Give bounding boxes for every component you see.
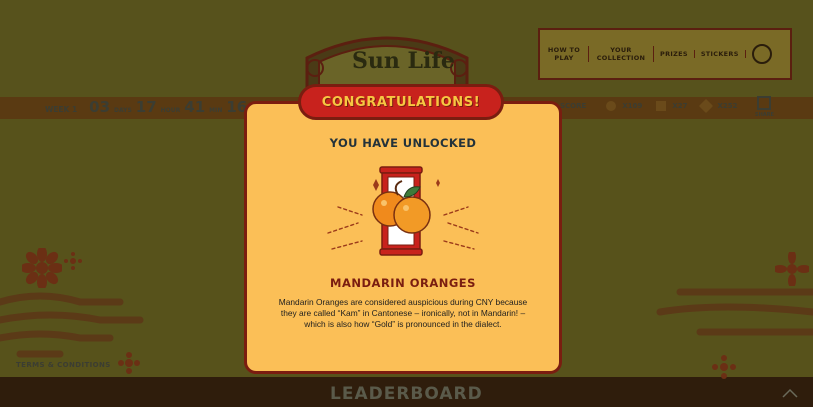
profile-icon[interactable]	[751, 44, 772, 64]
week-label: WEEK 1	[45, 105, 78, 114]
score-count-oranges: X109	[622, 102, 643, 110]
sparkle-icon	[373, 179, 379, 191]
nav-how-to-play[interactable]: HOW TO PLAY	[540, 46, 589, 62]
score-count-grid: X27	[672, 102, 688, 110]
score-summary: SCORE X109 X27 X252	[560, 98, 738, 114]
orange-icon	[606, 101, 617, 111]
main-nav: HOW TO PLAY YOUR COLLECTION PRIZES STICK…	[538, 28, 792, 80]
unlocked-item-description: Mandarin Oranges are considered auspicio…	[278, 297, 528, 329]
score-label: SCORE	[560, 102, 587, 110]
mins-label: MIN	[209, 107, 223, 114]
unlocked-item-name: MANDARIN ORANGES	[330, 276, 476, 290]
hours-value: 17	[135, 98, 157, 116]
chevron-up-icon[interactable]	[782, 388, 798, 398]
hours-label: HOUR	[160, 107, 181, 114]
diamond-icon	[699, 98, 714, 114]
small-flower-decoration	[64, 252, 82, 270]
share-icon	[757, 96, 772, 110]
sun-life-logo[interactable]: Sun Life	[352, 48, 455, 74]
flower-decoration-bottom-right	[712, 355, 736, 379]
flower-decoration-left	[22, 248, 62, 288]
days-value: 03	[89, 98, 111, 116]
congratulations-banner: CONGRATULATIONS!	[298, 84, 504, 120]
days-label: DAYS	[114, 107, 132, 114]
mandarin-oranges-illustration	[327, 166, 479, 256]
nav-stickers[interactable]: STICKERS	[695, 50, 746, 58]
share-label: SHARE	[755, 112, 774, 118]
grid-icon	[656, 101, 667, 111]
nav-prizes[interactable]: PRIZES	[654, 50, 695, 58]
share-button[interactable]: SHARE	[755, 96, 774, 118]
mins-value: 41	[184, 98, 206, 116]
unlocked-heading: YOU HAVE UNLOCKED	[329, 136, 477, 150]
countdown-timer: WEEK 1 03 DAYS 17 HOUR 41 MIN 16	[45, 98, 247, 118]
score-count-diamond: X252	[717, 102, 738, 110]
banner-title: CONGRATULATIONS!	[321, 94, 481, 110]
leaderboard-label[interactable]: LEADERBOARD	[330, 384, 483, 404]
terms-link[interactable]: TERMS & CONDITIONS	[16, 361, 111, 369]
flower-decoration-bottom-left	[118, 352, 140, 374]
nav-your-collection[interactable]: YOUR COLLECTION	[589, 46, 654, 62]
flower-decoration-right	[775, 252, 809, 286]
